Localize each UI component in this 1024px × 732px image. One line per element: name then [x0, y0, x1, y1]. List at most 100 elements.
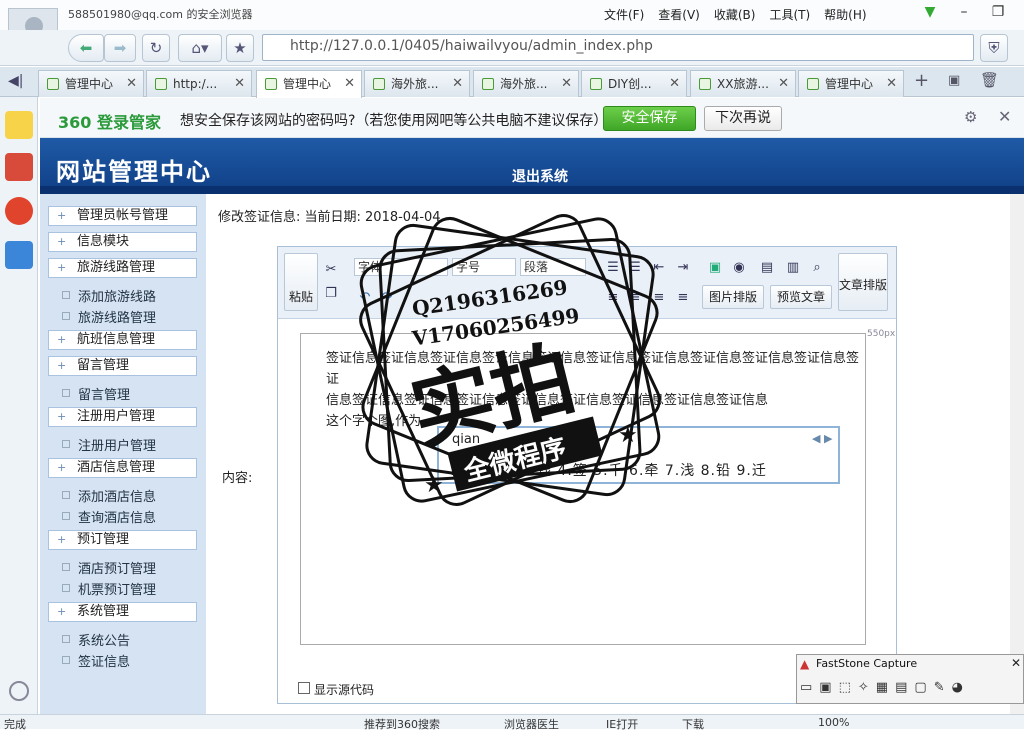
unordered-list-icon[interactable]: ☰: [626, 259, 644, 277]
size-select[interactable]: 字号: [452, 258, 516, 276]
new-tab-icon[interactable]: +: [914, 70, 929, 91]
document-text[interactable]: 签证信息签证信息签证信息签证信息签证信息签证信息签证信息签证信息签证信息签证信息…: [326, 348, 861, 432]
faststone-close-icon[interactable]: ✕: [1011, 656, 1021, 670]
favorites-star-icon[interactable]: [5, 111, 33, 139]
capture-object-icon[interactable]: ▣: [819, 680, 831, 695]
preview-article-button[interactable]: 预览文章: [770, 285, 832, 309]
news-icon[interactable]: [5, 153, 33, 181]
capture-rect-icon[interactable]: ⬚: [839, 680, 851, 695]
menu-add-hotel[interactable]: 添加酒店信息: [61, 486, 156, 505]
savebar-settings-icon[interactable]: ⚙: [964, 108, 977, 126]
maximize-icon[interactable]: ❐: [984, 2, 1012, 22]
safe-save-button[interactable]: 安全保存: [603, 106, 696, 131]
undo-icon[interactable]: ↶: [356, 289, 374, 307]
tab-3-active[interactable]: 管理中心 ✕: [256, 70, 362, 98]
flash-icon[interactable]: ◉: [730, 259, 748, 277]
settings-gear-icon[interactable]: [9, 681, 29, 701]
menu-route-list[interactable]: 旅游线路管理: [61, 307, 156, 326]
tab-1[interactable]: 管理中心 ✕: [38, 70, 144, 97]
tabs-list-icon[interactable]: ▣: [948, 73, 960, 88]
status-ie-open[interactable]: IE打开: [606, 716, 638, 732]
shirt-icon[interactable]: ▼: [916, 2, 944, 22]
menu-user-management[interactable]: 注册用户管理: [48, 407, 197, 427]
menu-booking-management[interactable]: 预订管理: [48, 530, 197, 550]
ime-page-arrows-icon[interactable]: ◀ ▶: [812, 432, 832, 445]
minimize-icon[interactable]: –: [950, 2, 978, 22]
menu-tools[interactable]: 工具(T): [769, 6, 810, 23]
menu-visa-info[interactable]: 签证信息: [61, 651, 130, 670]
status-download[interactable]: 下载: [682, 716, 704, 732]
status-recommend[interactable]: 推荐到360搜索: [364, 716, 440, 732]
search-icon[interactable]: ⌕: [808, 259, 826, 277]
mobile-icon[interactable]: [5, 241, 33, 269]
outdent-icon[interactable]: ⇤: [650, 259, 668, 277]
tab-6[interactable]: DIY创... ✕: [581, 70, 687, 97]
sidebar-toggle-icon[interactable]: ◀|: [8, 73, 23, 89]
menu-hotel-booking[interactable]: 酒店预订管理: [61, 558, 156, 577]
color-picker-icon[interactable]: ✎: [934, 680, 945, 695]
close-icon[interactable]: ✕: [1018, 2, 1024, 22]
ime-candidates[interactable]: 1.千 2.前 3.钱 4.签 5.千 6.牵 7.浅 8.铅 9.迁: [450, 460, 767, 480]
menu-admin-account[interactable]: 管理员帐号管理: [48, 206, 197, 226]
menu-system-management[interactable]: 系统管理: [48, 602, 197, 622]
menu-view[interactable]: 查看(V): [658, 6, 700, 23]
font-select[interactable]: 字体: [354, 258, 448, 276]
refresh-button[interactable]: ↻: [142, 34, 170, 62]
indent-icon[interactable]: ⇥: [674, 259, 692, 277]
menu-help[interactable]: 帮助(H): [824, 6, 866, 23]
article-layout-button[interactable]: 文章排版: [838, 253, 888, 311]
shield-button[interactable]: ⛨: [980, 34, 1008, 62]
capture-window-icon[interactable]: ▭: [800, 680, 812, 695]
favorite-star-button[interactable]: ★: [226, 34, 254, 62]
menu-message-management[interactable]: 留言管理: [48, 356, 197, 376]
status-doctor[interactable]: 浏览器医生: [504, 716, 559, 732]
tab-5[interactable]: 海外旅... ✕: [473, 70, 579, 97]
page-scrollbar[interactable]: [1010, 194, 1024, 714]
menu-add-route[interactable]: 添加旅游线路: [61, 286, 156, 305]
menu-user-list[interactable]: 注册用户管理: [61, 435, 156, 454]
logout-link[interactable]: 退出系统: [512, 166, 568, 186]
capture-scroll-icon[interactable]: ▤: [895, 680, 907, 695]
table-icon[interactable]: ▤: [758, 259, 776, 277]
url-text[interactable]: http://127.0.0.1/0405/haiwailvyou/admin_…: [290, 38, 653, 54]
trash-icon[interactable]: 🗑: [980, 71, 999, 89]
menu-query-hotel[interactable]: 查询酒店信息: [61, 507, 156, 526]
home-button[interactable]: ⌂▾: [178, 34, 222, 62]
align-left-icon[interactable]: ≡: [604, 289, 622, 307]
menu-hotel-management[interactable]: 酒店信息管理: [48, 458, 197, 478]
align-center-icon[interactable]: ≡: [626, 289, 644, 307]
align-justify-icon[interactable]: ≡: [674, 289, 692, 307]
savebar-close-icon[interactable]: ✕: [998, 107, 1011, 126]
capture-full-icon[interactable]: ▦: [876, 680, 888, 695]
copy-icon[interactable]: ❐: [322, 285, 340, 303]
paragraph-select[interactable]: 段落: [520, 258, 586, 276]
settings-palette-icon[interactable]: ◕: [952, 680, 963, 695]
menu-route-management[interactable]: 旅游线路管理: [48, 258, 197, 278]
menu-system-notice[interactable]: 系统公告: [61, 630, 130, 649]
menu-flight-booking[interactable]: 机票预订管理: [61, 579, 156, 598]
tab-8[interactable]: 管理中心 ✕: [798, 70, 904, 97]
align-right-icon[interactable]: ≡: [650, 289, 668, 307]
menu-message-list[interactable]: 留言管理: [61, 384, 130, 403]
template-icon[interactable]: ▥: [784, 259, 802, 277]
cut-icon[interactable]: ✂: [322, 261, 340, 279]
menu-file[interactable]: 文件(F): [604, 6, 644, 23]
capture-region-icon[interactable]: ▢: [914, 680, 926, 695]
tab-4[interactable]: 海外旅... ✕: [364, 70, 470, 97]
back-button[interactable]: ⬅: [68, 34, 104, 62]
forward-button[interactable]: ➡: [104, 34, 136, 62]
paste-button[interactable]: 粘贴: [284, 253, 318, 311]
tab-7[interactable]: XX旅游... ✕: [690, 70, 796, 97]
menu-favorites[interactable]: 收藏(B): [714, 6, 756, 23]
menu-flight-management[interactable]: 航班信息管理: [48, 330, 197, 350]
ordered-list-icon[interactable]: ☰: [604, 259, 622, 277]
weibo-icon[interactable]: [5, 197, 33, 225]
menu-info-module[interactable]: 信息模块: [48, 232, 197, 252]
redo-icon[interactable]: ↷: [378, 289, 396, 307]
source-code-checkbox[interactable]: [298, 682, 310, 694]
capture-freehand-icon[interactable]: ✧: [858, 680, 869, 695]
tab-2[interactable]: http:/... ✕: [146, 70, 252, 97]
status-zoom[interactable]: 100%: [818, 716, 849, 729]
later-button[interactable]: 下次再说: [704, 106, 782, 131]
image-layout-button[interactable]: 图片排版: [702, 285, 764, 309]
